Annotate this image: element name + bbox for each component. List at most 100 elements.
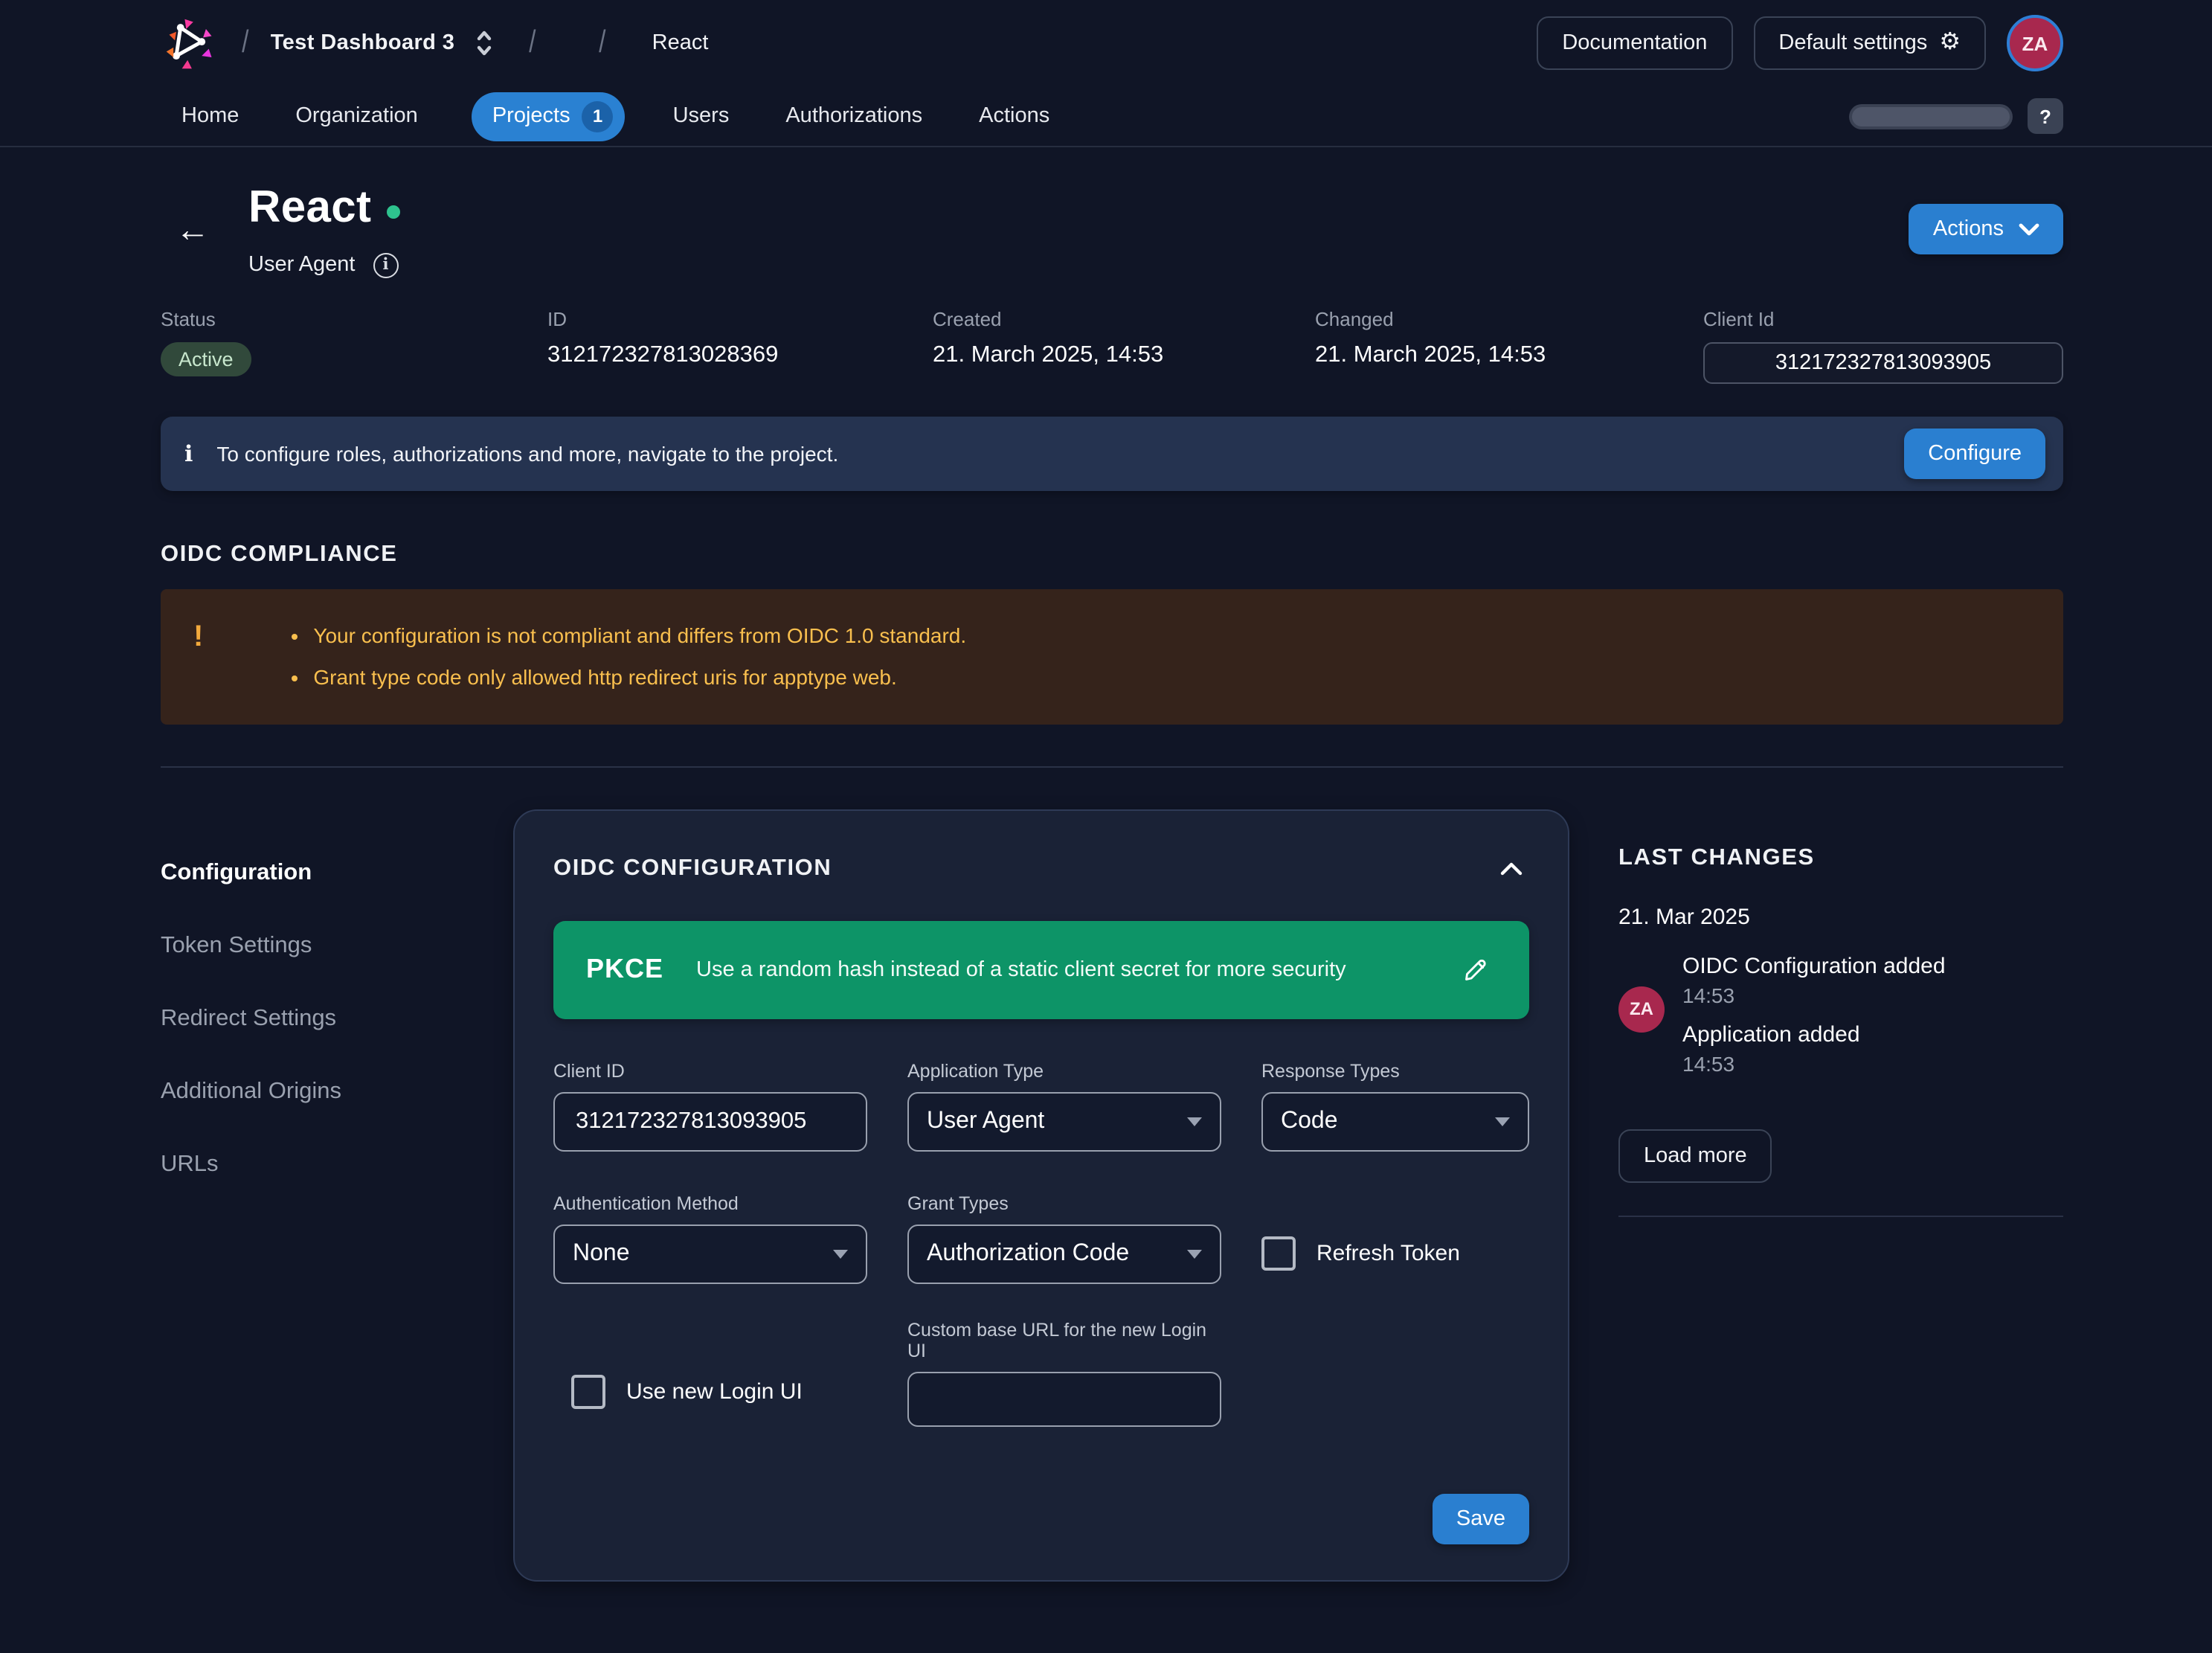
warning-list: Your configuration is not compliant and …	[227, 612, 966, 700]
card-heading: OIDC CONFIGURATION	[553, 855, 832, 882]
back-button[interactable]: ←	[176, 213, 210, 247]
sidenav-item-configuration[interactable]: Configuration	[161, 844, 513, 901]
configure-button[interactable]: Configure	[1904, 428, 2045, 478]
change-event[interactable]: OIDC Configuration added 14:53	[1682, 953, 1946, 1007]
zitadel-logo[interactable]	[161, 13, 220, 73]
changes-divider	[1618, 1215, 2063, 1216]
oidc-configuration-card: OIDC CONFIGURATION PKCE Use a random has…	[513, 809, 1569, 1581]
event-time: 14:53	[1682, 1051, 1946, 1075]
projects-count-badge: 1	[582, 100, 614, 132]
top-header: / Test Dashboard 3 / / React Documentati…	[0, 0, 2212, 86]
info-banner-icon: ℹ	[184, 440, 193, 466]
sidenav-item-additional-origins[interactable]: Additional Origins	[161, 1063, 513, 1120]
created-label: Created	[933, 307, 1315, 330]
page-title: React	[248, 183, 371, 234]
client-id-field-label: Client ID	[553, 1060, 867, 1081]
warning-item: Your configuration is not compliant and …	[313, 615, 966, 655]
auth-method-select[interactable]: None	[553, 1224, 867, 1283]
app-root: / Test Dashboard 3 / / React Documentati…	[0, 0, 2212, 1653]
use-new-login-label: Use new Login UI	[626, 1379, 803, 1405]
dropdown-caret-icon	[1495, 1117, 1510, 1126]
changed-label: Changed	[1315, 307, 1703, 330]
info-banner: ℹ To configure roles, authorizations and…	[161, 416, 2063, 490]
breadcrumb-separator: /	[599, 25, 606, 61]
section-divider	[161, 765, 2063, 767]
load-more-button[interactable]: Load more	[1618, 1129, 1772, 1182]
client-id-input[interactable]	[553, 1091, 867, 1151]
pkce-description: Use a random hash instead of a static cl…	[696, 957, 1346, 981]
documentation-button[interactable]: Documentation	[1537, 16, 1732, 70]
info-icon[interactable]: i	[373, 252, 399, 277]
edit-pkce-button[interactable]	[1455, 949, 1496, 990]
title-row: ← React User Agent i Actions	[161, 183, 2063, 277]
auth-method-label: Authentication Method	[553, 1193, 867, 1213]
breadcrumb-org[interactable]: Test Dashboard 3	[271, 31, 455, 55]
nav-tab-actions[interactable]: Actions	[976, 95, 1052, 137]
breadcrumb-separator: /	[528, 25, 535, 61]
sidenav-item-redirect-settings[interactable]: Redirect Settings	[161, 990, 513, 1047]
sidenav-item-urls[interactable]: URLs	[161, 1136, 513, 1193]
pencil-icon	[1461, 954, 1491, 984]
gear-icon: ⚙	[1939, 31, 1961, 55]
status-badge: Active	[161, 341, 251, 376]
last-changes-heading: LAST CHANGES	[1618, 844, 2063, 871]
pkce-title: PKCE	[586, 954, 663, 985]
created-value: 21. March 2025, 14:53	[933, 341, 1315, 368]
event-time: 14:53	[1682, 983, 1946, 1007]
warning-item: Grant type code only allowed http redire…	[313, 658, 966, 697]
warning-icon: !	[193, 621, 203, 651]
last-changes-panel: LAST CHANGES 21. Mar 2025 ZA OIDC Config…	[1618, 809, 2063, 1216]
nav-tab-users[interactable]: Users	[670, 95, 733, 137]
default-settings-button[interactable]: Default settings ⚙	[1753, 16, 1986, 70]
pkce-banner: PKCE Use a random hash instead of a stat…	[553, 920, 1529, 1018]
status-label: Status	[161, 307, 547, 330]
grant-types-label: Grant Types	[907, 1193, 1221, 1213]
response-types-label: Response Types	[1261, 1060, 1529, 1081]
help-button[interactable]: ?	[2028, 98, 2063, 134]
nav-tab-projects[interactable]: Projects 1	[472, 92, 626, 141]
use-new-login-checkbox[interactable]	[571, 1375, 605, 1409]
nav-tab-organization[interactable]: Organization	[292, 95, 420, 137]
client-id-copy-box[interactable]: 312172327813093905	[1703, 341, 2063, 383]
arrow-left-icon: ←	[176, 210, 210, 248]
logo-icon	[162, 15, 219, 71]
org-switcher-button[interactable]	[472, 28, 495, 58]
change-event[interactable]: Application added 14:53	[1682, 1021, 1946, 1075]
page-content: ← React User Agent i Actions	[161, 183, 2063, 1581]
dropdown-caret-icon	[1187, 1117, 1202, 1126]
refresh-token-checkbox[interactable]	[1261, 1236, 1296, 1271]
dropdown-caret-icon	[1187, 1249, 1202, 1258]
user-avatar[interactable]: ZA	[2007, 15, 2063, 71]
meta-row: Status Active ID 312172327813028369 Crea…	[161, 307, 2063, 383]
change-avatar: ZA	[1618, 986, 1665, 1032]
chevron-down-icon	[2019, 222, 2039, 236]
changes-date: 21. Mar 2025	[1618, 904, 2063, 929]
actions-button[interactable]: Actions	[1909, 204, 2063, 254]
collapse-card-button[interactable]	[1494, 855, 1529, 882]
response-types-select[interactable]: Code	[1261, 1091, 1529, 1151]
id-value: 312172327813028369	[547, 341, 933, 368]
refresh-token-label: Refresh Token	[1316, 1241, 1460, 1266]
breadcrumb-separator: /	[242, 25, 248, 61]
event-title: Application added	[1682, 1021, 1946, 1047]
nav-tab-authorizations[interactable]: Authorizations	[782, 95, 925, 137]
app-type-subtitle: User Agent	[248, 253, 356, 277]
sidenav-item-token-settings[interactable]: Token Settings	[161, 917, 513, 974]
grant-types-select[interactable]: Authorization Code	[907, 1224, 1221, 1283]
application-type-select[interactable]: User Agent	[907, 1091, 1221, 1151]
body-row: Configuration Token Settings Redirect Se…	[161, 809, 2063, 1581]
main-nav: Home Organization Projects 1 Users Autho…	[0, 86, 2212, 147]
info-banner-text: To configure roles, authorizations and m…	[216, 441, 838, 465]
chevron-up-icon	[1499, 861, 1523, 876]
compliance-warning-box: ! Your configuration is not compliant an…	[161, 588, 2063, 724]
breadcrumb-app[interactable]: React	[652, 31, 709, 55]
dropdown-caret-icon	[833, 1249, 848, 1258]
id-label: ID	[547, 307, 933, 330]
changed-value: 21. March 2025, 14:53	[1315, 341, 1703, 368]
custom-base-url-input[interactable]	[907, 1371, 1221, 1426]
loading-skeleton	[1852, 106, 2010, 126]
status-dot	[386, 205, 399, 219]
save-button[interactable]: Save	[1433, 1493, 1529, 1544]
compliance-heading: OIDC COMPLIANCE	[161, 541, 2063, 568]
nav-tab-home[interactable]: Home	[179, 95, 242, 137]
